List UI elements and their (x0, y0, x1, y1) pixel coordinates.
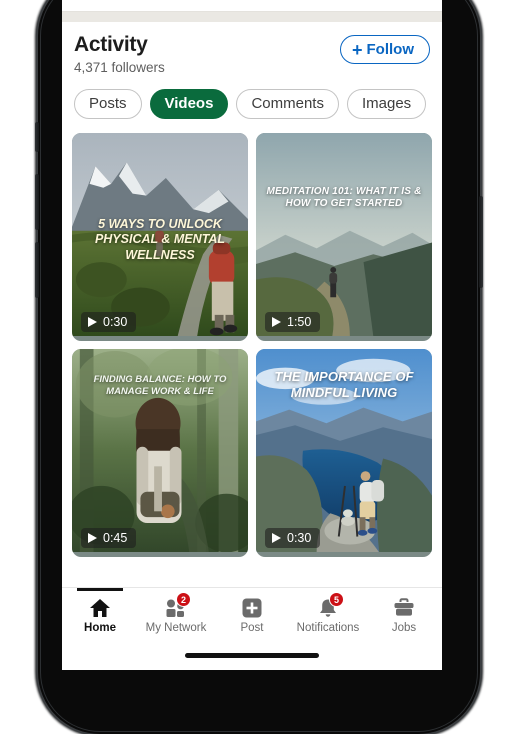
bell-icon: 5 (317, 592, 344, 619)
nav-label-jobs: Jobs (391, 622, 417, 634)
plus-icon: + (351, 39, 363, 60)
video-duration-text: 0:30 (103, 315, 128, 329)
play-icon (88, 317, 97, 327)
video-card[interactable]: FINDING BALANCE: HOW TO MANAGE WORK & LI… (72, 349, 248, 557)
nav-label-my-network: My Network (145, 622, 207, 634)
briefcase-icon (393, 597, 415, 619)
phone-screen: Activity 4,371 followers + Follow Posts … (62, 0, 442, 670)
video-duration-badge: 0:45 (81, 528, 137, 548)
video-duration-text: 0:45 (103, 531, 128, 545)
video-thumbnail-image (256, 133, 432, 337)
filter-chip-posts[interactable]: Posts (74, 89, 142, 119)
play-icon (88, 533, 97, 543)
page-title: Activity (74, 33, 148, 56)
power-button[interactable] (479, 196, 483, 288)
nav-item-home[interactable]: Home (62, 588, 138, 639)
nav-badge-notifications: 5 (329, 592, 344, 607)
activity-section: Activity 4,371 followers + Follow Posts … (62, 22, 442, 119)
video-caption: 5 WAYS TO UNLOCK PHYSICAL & MENTAL WELLN… (94, 217, 226, 262)
filter-chip-videos[interactable]: Videos (149, 89, 229, 119)
play-icon (272, 533, 281, 543)
follow-button[interactable]: + Follow (339, 35, 430, 64)
video-card[interactable]: MEDITATION 101: WHAT IT IS & HOW TO GET … (256, 133, 432, 341)
video-caption: FINDING BALANCE: HOW TO MANAGE WORK & LI… (93, 374, 227, 397)
video-caption: THE IMPORTANCE OF MINDFUL LIVING (274, 369, 414, 400)
people-icon: 2 (164, 592, 191, 619)
section-separator (62, 12, 442, 22)
video-duration-badge: 0:30 (81, 312, 137, 332)
plus-square-icon (242, 597, 262, 619)
active-tab-indicator (77, 588, 123, 591)
nav-badge-my-network: 2 (176, 592, 191, 607)
home-icon (89, 597, 111, 619)
activity-header: Activity 4,371 followers + Follow (62, 22, 442, 76)
nav-item-post[interactable]: Post (214, 588, 290, 639)
nav-item-notifications[interactable]: 5 Notifications (290, 588, 366, 639)
activity-filter-chips[interactable]: Posts Videos Comments Images (62, 76, 442, 119)
previous-card-bottom (62, 0, 442, 12)
filter-chip-images[interactable]: Images (346, 89, 427, 119)
video-grid: 5 WAYS TO UNLOCK PHYSICAL & MENTAL WELLN… (62, 133, 442, 557)
bottom-navigation-bar: Home 2 My Network Post 5 Notifications J… (62, 587, 442, 639)
activity-heading-group: Activity 4,371 followers (74, 33, 165, 76)
play-icon (272, 317, 281, 327)
volume-up-button[interactable] (35, 174, 39, 230)
nav-item-jobs[interactable]: Jobs (366, 588, 442, 639)
follow-button-label: Follow (366, 41, 415, 58)
nav-label-post: Post (240, 622, 264, 634)
video-card[interactable]: THE IMPORTANCE OF MINDFUL LIVING 0:30 (256, 349, 432, 557)
video-duration-text: 1:50 (287, 315, 312, 329)
volume-down-button[interactable] (35, 242, 39, 298)
video-card[interactable]: 5 WAYS TO UNLOCK PHYSICAL & MENTAL WELLN… (72, 133, 248, 341)
nav-label-home: Home (84, 622, 116, 634)
video-duration-badge: 0:30 (265, 528, 321, 548)
video-caption: MEDITATION 101: WHAT IT IS & HOW TO GET … (266, 186, 422, 210)
nav-item-my-network[interactable]: 2 My Network (138, 588, 214, 639)
follower-count: 4,371 followers (74, 60, 165, 75)
video-duration-text: 0:30 (287, 531, 312, 545)
nav-label-notifications: Notifications (296, 622, 360, 634)
home-indicator[interactable] (185, 653, 319, 658)
mute-switch[interactable] (35, 122, 39, 152)
video-duration-badge: 1:50 (265, 312, 321, 332)
filter-chip-comments[interactable]: Comments (236, 89, 339, 119)
